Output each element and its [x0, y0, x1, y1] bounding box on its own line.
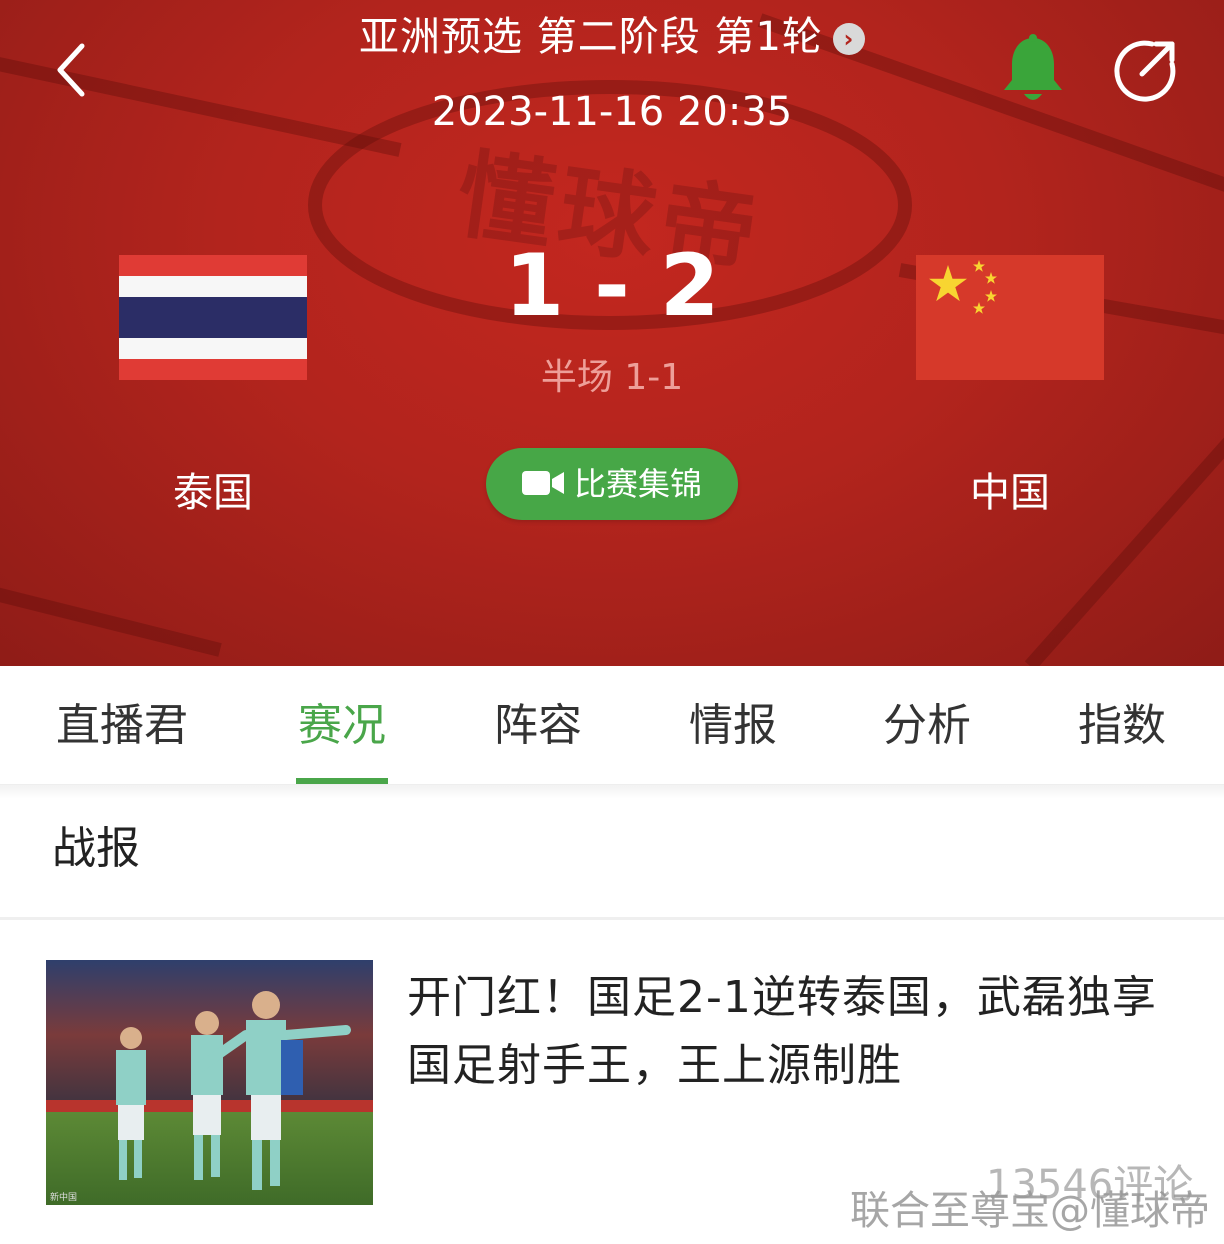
tab-odds[interactable]: 指数	[1072, 696, 1172, 756]
news-headline[interactable]: 开门红！国足2-1逆转泰国，武磊独享国足射手王，王上源制胜	[407, 964, 1187, 1100]
halftime-score: 半场 1-1	[540, 357, 684, 398]
tab-lineup[interactable]: 阵容	[488, 696, 588, 756]
tab-analysis[interactable]: 分析	[877, 696, 977, 756]
highlights-label: 比赛集锦	[573, 465, 702, 503]
bell-icon[interactable]	[1000, 34, 1066, 106]
home-team-name[interactable]: 泰国	[83, 465, 343, 521]
away-team-name[interactable]: 中国	[880, 465, 1140, 521]
tab-intel[interactable]: 情报	[683, 696, 783, 756]
away-team-flag[interactable]	[916, 255, 1104, 380]
news-thumbnail: 新中国	[46, 960, 373, 1205]
active-tab-indicator	[296, 778, 388, 784]
divider	[0, 785, 1224, 799]
tab-bar: 直播君 赛况 阵容 情报 分析 指数	[0, 666, 1224, 785]
tab-match-status[interactable]: 赛况	[292, 696, 392, 756]
share-icon[interactable]	[1112, 36, 1180, 104]
thumb-caption: 新中国	[50, 1191, 77, 1203]
tab-live[interactable]: 直播君	[52, 696, 192, 756]
home-team-flag[interactable]	[119, 255, 307, 380]
competition-title-text: 亚洲预选 第二阶段 第1轮	[359, 14, 823, 60]
score: 1 - 2	[504, 236, 720, 336]
highlights-button[interactable]: 比赛集锦	[486, 448, 738, 520]
section-title: 战报	[52, 823, 140, 874]
chevron-right-icon: ›	[832, 23, 865, 55]
video-camera-icon	[521, 471, 564, 495]
watermark-text: 联合至尊宝@懂球帝	[850, 1188, 1210, 1234]
